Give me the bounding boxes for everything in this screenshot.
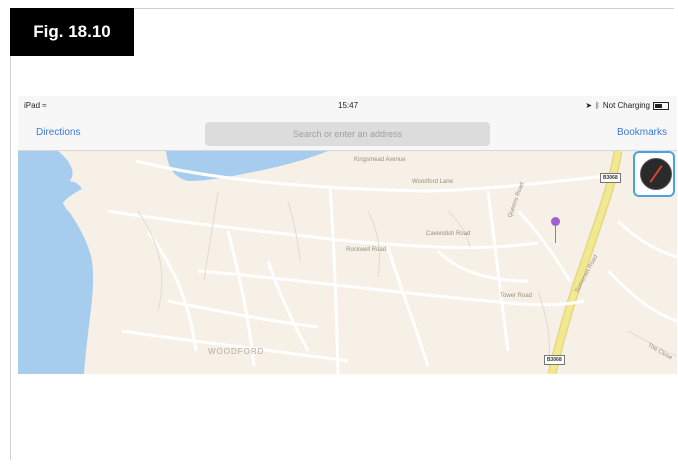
figure-frame-left — [10, 8, 11, 460]
compass-icon — [640, 158, 672, 190]
street-label-2: Cavendish Road — [426, 231, 471, 237]
area-label: WOODFORD — [208, 347, 265, 356]
wifi-icon: ≈ — [42, 101, 47, 110]
battery-icon — [653, 101, 669, 110]
location-arrow-icon: ➤ — [585, 101, 593, 110]
map-canvas — [18, 151, 677, 374]
status-bar: iPad ≈ 15:47 ➤ ᛒ Not Charging — [18, 96, 677, 116]
street-label-1: Woodford Lane — [412, 179, 453, 185]
search-input[interactable] — [205, 122, 490, 146]
ipad-maps-screenshot: iPad ≈ 15:47 ➤ ᛒ Not Charging Directions… — [18, 96, 677, 374]
street-label-6: Tower Road — [500, 293, 533, 299]
compass-button[interactable] — [633, 151, 675, 197]
maps-toolbar: Directions Bookmarks — [18, 116, 677, 151]
bookmarks-button[interactable]: Bookmarks — [617, 127, 667, 138]
directions-button[interactable]: Directions — [36, 127, 80, 138]
road-badge-north: B3068 — [600, 173, 621, 183]
road-badge-south: B3068 — [544, 355, 565, 365]
battery-status-text: Not Charging — [602, 101, 650, 110]
status-right: ➤ ᛒ Not Charging — [585, 101, 669, 110]
location-pin[interactable] — [549, 217, 561, 245]
street-label-3: Rockwell Road — [346, 247, 387, 253]
pin-stick — [555, 225, 556, 243]
figure-label: Fig. 18.10 — [10, 8, 134, 56]
status-device: iPad ≈ — [24, 101, 47, 110]
status-time: 15:47 — [338, 101, 359, 110]
compass-needle — [649, 165, 663, 183]
device-name: iPad — [24, 101, 41, 110]
bluetooth-icon: ᛒ — [595, 101, 600, 110]
map-view[interactable]: Kingsmead Avenue Woodford Lane Cavendish… — [18, 151, 677, 374]
street-label-0: Kingsmead Avenue — [354, 157, 406, 163]
